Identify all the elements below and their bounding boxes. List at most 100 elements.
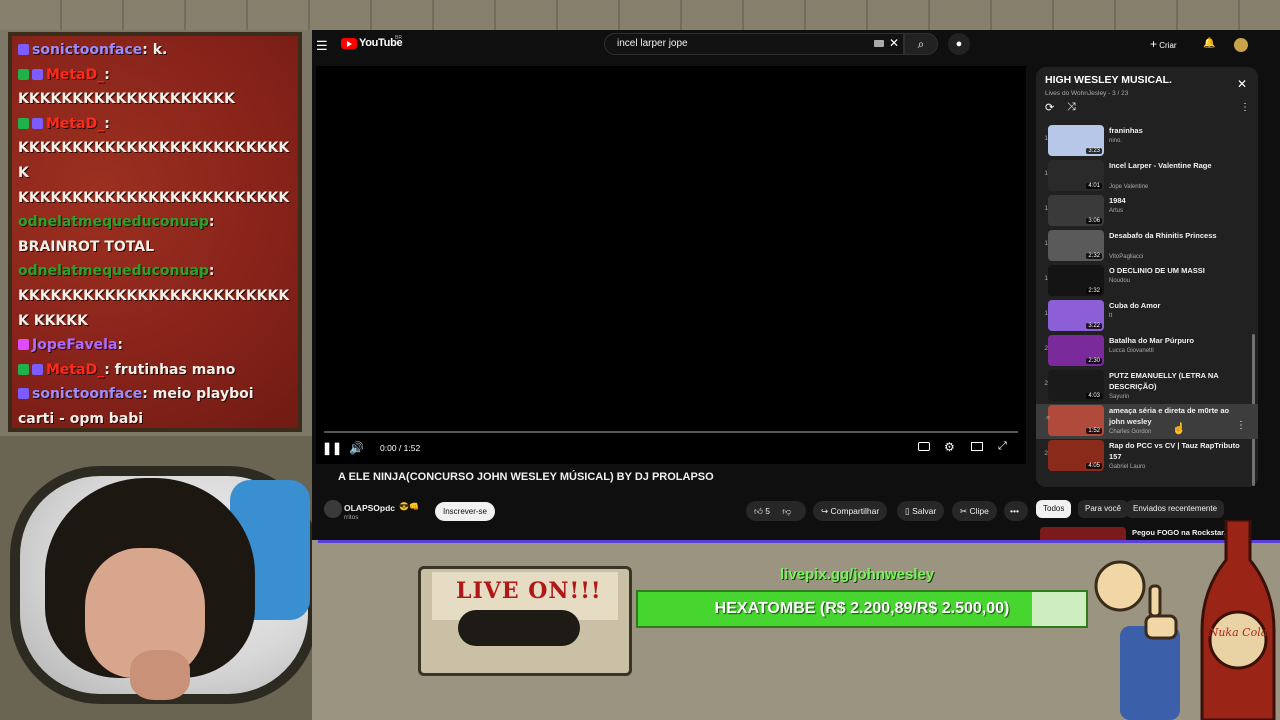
playlist-item-title[interactable]: Desabafo da Rhinitis Princess [1109,230,1245,241]
chat-separator: : [104,66,110,83]
avatar[interactable] [1234,38,1248,52]
volume-icon[interactable]: 🔊 [349,441,364,455]
playlist-item[interactable]: 163:061984Artus [1036,194,1258,229]
playlist-item-thumbnail[interactable]: 4:05 [1048,440,1104,471]
playlist-subtitle: Lives do WohnJesley - 3 / 23 [1045,90,1129,97]
playlist-item-duration: 3:23 [1086,148,1102,154]
playlist-item-thumbnail[interactable]: 4:01 [1048,160,1104,191]
save-button[interactable]: ▯ Salvar [897,501,945,521]
playlist-item-thumbnail[interactable]: 3:06 [1048,195,1104,226]
playlist-item-channel: tt [1109,313,1113,319]
playlist-item-channel: VitoPagliacci [1109,254,1144,260]
chip-enviados-recentemente[interactable]: Enviados recentemente [1126,500,1225,518]
miniplayer-icon[interactable] [971,442,983,451]
chip-todos[interactable]: Todos [1036,500,1072,518]
playlist-item[interactable]: 154:01Incel Larper - Valentine RageJope … [1036,159,1258,194]
fullscreen-icon[interactable]: ⤢ [998,440,1007,453]
chat-message: odnelatmequeduconuap: [12,210,298,235]
close-playlist-icon[interactable]: ✕ [1237,77,1247,91]
playlist-title[interactable]: HIGH WESLEY MUSICAL. [1045,74,1172,86]
playlist-item-duration: 4:03 [1086,393,1102,399]
pause-icon[interactable]: ❚❚ [322,441,342,455]
chat-separator: : [104,361,115,378]
drag-handle-icon[interactable]: ≡ [1038,415,1058,422]
chat-message-text: frutinhas mano [114,361,236,378]
video-time: 0:00 / 1:52 [380,443,421,453]
playlist-item-thumbnail[interactable]: 2:32 [1048,265,1104,296]
mic-icon[interactable]: ● [948,33,970,55]
chat-username[interactable]: odnelatmequeduconuap [18,263,209,279]
search-button[interactable]: ⌕ [904,33,938,55]
chat-message: sonictoonface: k. [12,38,298,63]
cassette-text: LIVE ON!!! [456,578,602,604]
playlist-item-thumbnail[interactable]: 4:03 [1048,370,1104,401]
playlist-item-duration: 2:30 [1086,358,1102,364]
chat-username[interactable]: JopeFavela [32,337,117,353]
create-button[interactable]: + Criar [1150,36,1192,52]
chat-message: KKKKKKKKKKKKKKKKKKKK [12,87,298,112]
chip-para-voce[interactable]: Para você [1078,500,1129,518]
playlist-item-title[interactable]: Rap do PCC vs CV | Tauz RapTributo 157 [1109,440,1245,462]
playlist-item-title[interactable]: 1984 [1109,195,1245,206]
shuffle-icon[interactable]: ⤨ [1067,101,1076,114]
clip-button[interactable]: ✂ Clipe [952,501,997,521]
playlist-item[interactable]: 182:32O DECLINIO DE UM MASSINoudou [1036,264,1258,299]
next-video-thumbnail[interactable] [1040,527,1126,540]
search-input[interactable]: incel larper jope [604,33,904,55]
video-player[interactable] [316,66,1026,464]
keyboard-icon[interactable] [874,40,884,47]
chat-username[interactable]: MetaD_ [46,362,104,378]
settings-icon[interactable]: ⚙ [944,440,955,454]
more-actions-button[interactable]: ••• [1004,501,1028,521]
notifications-icon[interactable]: 🔔 [1203,38,1215,49]
playlist-item-title[interactable]: PUTZ EMANUELLY (LETRA NA DESCRIÇÃO) [1109,370,1245,392]
playlist-item-title[interactable]: Cuba do Amor [1109,300,1245,311]
playlist-item-title[interactable]: O DECLINIO DE UM MASSI [1109,265,1245,276]
share-button[interactable]: ↪ Compartilhar [813,501,888,521]
playlist-item-thumbnail[interactable]: 2:30 [1048,335,1104,366]
chat-message: MetaD_: frutinhas mano [12,358,298,383]
like-icon[interactable]: 👍︎ [754,506,763,516]
youtube-logo-icon[interactable] [341,38,357,49]
playlist-item[interactable]: 193:22Cuba do Amortt [1036,299,1258,334]
chat-username[interactable]: odnelatmequeduconuap [18,214,209,230]
menu-icon[interactable]: ☰ [316,38,328,54]
clear-search-icon[interactable]: ✕ [889,36,899,50]
video-progress-bar[interactable] [324,431,1018,433]
chat-separator: : [104,115,110,132]
playlist-item-title[interactable]: Batalha do Mar Púrpuro [1109,335,1245,346]
chat-username[interactable]: MetaD_ [46,116,104,132]
subtitles-icon[interactable] [918,442,930,451]
more-horizontal-icon: ••• [1010,506,1019,516]
chat-message: MetaD_: [12,112,298,137]
playlist-item[interactable]: 214:03PUTZ EMANUELLY (LETRA NA DESCRIÇÃO… [1036,369,1258,404]
plus-icon: + [1150,37,1158,51]
channel-name[interactable]: OLAPSOpdc [344,503,395,513]
mouse-cursor-icon: ☝ [1172,423,1186,435]
clip-label: Clipe [969,506,989,516]
playlist-item-title[interactable]: Incel Larper - Valentine Rage [1109,160,1245,171]
playlist-item[interactable]: 1:52 ameaça séria e direta de m0rte ao jo… [1036,404,1258,439]
playlist-item-thumbnail[interactable]: 3:22 [1048,300,1104,331]
playlist-item-thumbnail[interactable]: 2:32 [1048,230,1104,261]
channel-avatar[interactable] [324,500,342,518]
playlist-item-thumbnail[interactable]: 3:23 [1048,125,1104,156]
chat-username[interactable]: MetaD_ [46,67,104,83]
playlist-item[interactable]: 143:23franinhasnino. [1036,124,1258,159]
vault-boy-thumbs-up-graphic [1094,560,1180,720]
chat-username[interactable]: sonictoonface [32,42,142,58]
playlist-item[interactable]: 202:30Batalha do Mar PúrpuroLucca Giovan… [1036,334,1258,369]
playlist-item[interactable]: 234:05Rap do PCC vs CV | Tauz RapTributo… [1036,439,1258,474]
chat-badge-icon [18,68,29,80]
subscribe-button[interactable]: Inscrever-se [435,502,495,521]
chat-username[interactable]: sonictoonface [32,386,142,402]
dislike-icon[interactable]: 👎︎ [782,506,791,516]
playlist-item-duration: 3:22 [1086,323,1102,329]
playlist-item-more-icon[interactable]: ⋮ [1236,420,1246,431]
playlist-item[interactable]: 172:32Desabafo da Rhinitis PrincessVitoP… [1036,229,1258,264]
chat-badge-icon [18,117,29,129]
playlist-item-title[interactable]: franinhas [1109,125,1245,136]
playlist-more-icon[interactable]: ⋮ [1240,102,1250,113]
chat-message-text: KKKKKKKKKKKKKKKKKKKKKKKKKK KKKKK [18,287,290,329]
loop-icon[interactable]: ⟳ [1045,101,1054,114]
